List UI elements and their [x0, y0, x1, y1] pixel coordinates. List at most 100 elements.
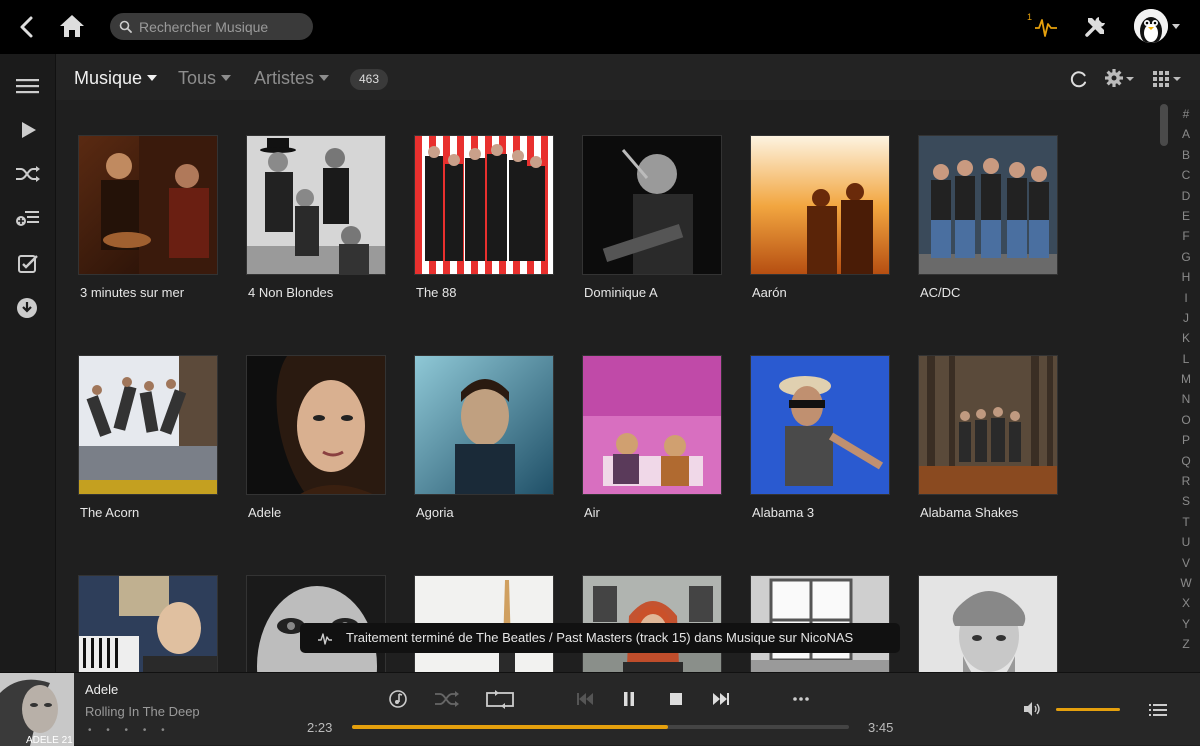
next-button[interactable] [710, 687, 732, 711]
artist-tile[interactable]: Air [582, 355, 722, 520]
artist-name[interactable]: Agoria [416, 505, 554, 520]
artist-tile[interactable]: Agoria [414, 355, 554, 520]
track-title[interactable]: Rolling In The Deep [85, 704, 200, 719]
lyrics-button[interactable] [388, 687, 410, 711]
artist-name[interactable]: 3 minutes sur mer [80, 285, 218, 300]
alphabet-letter[interactable]: Y [1176, 614, 1196, 634]
alphabet-letter[interactable]: Z [1176, 634, 1196, 654]
artist-name[interactable]: Dominique A [584, 285, 722, 300]
artist-tile[interactable] [918, 575, 1058, 672]
rating-stars[interactable]: • • • • • [88, 725, 171, 736]
artist-thumbnail[interactable] [78, 575, 218, 672]
alphabet-letter[interactable]: H [1176, 267, 1196, 287]
artist-tile[interactable]: 4 Non Blondes [246, 135, 386, 300]
checkbox-icon[interactable] [15, 252, 41, 276]
type-dropdown[interactable]: Artistes [254, 68, 330, 89]
scrollbar[interactable] [1160, 104, 1168, 668]
more-button[interactable] [790, 687, 812, 711]
artist-name[interactable]: AC/DC [920, 285, 1058, 300]
artist-tile[interactable] [78, 575, 218, 672]
artist-thumbnail[interactable] [582, 355, 722, 495]
queue-icon[interactable] [1149, 702, 1167, 718]
artist-name[interactable]: Alabama 3 [752, 505, 890, 520]
alphabet-letter[interactable]: W [1176, 573, 1196, 593]
artist-name[interactable]: The 88 [416, 285, 554, 300]
artist-thumbnail[interactable] [750, 135, 890, 275]
artist-thumbnail[interactable] [918, 575, 1058, 672]
filter-dropdown[interactable]: Tous [178, 68, 232, 89]
artist-thumbnail[interactable] [246, 135, 386, 275]
home-icon[interactable] [58, 12, 86, 40]
progress-bar[interactable] [352, 725, 849, 729]
alphabet-letter[interactable]: A [1176, 124, 1196, 144]
play-icon[interactable] [15, 118, 41, 142]
artist-name[interactable]: 4 Non Blondes [248, 285, 386, 300]
artist-tile[interactable]: Alabama 3 [750, 355, 890, 520]
alphabet-letter[interactable]: K [1176, 328, 1196, 348]
artist-tile[interactable]: The Acorn [78, 355, 218, 520]
alphabet-letter[interactable]: B [1176, 145, 1196, 165]
scrollbar-thumb[interactable] [1160, 104, 1168, 146]
shuffle-button[interactable] [434, 687, 460, 711]
artist-thumbnail[interactable] [414, 135, 554, 275]
settings-dropdown[interactable] [1104, 68, 1136, 88]
alphabet-letter[interactable]: O [1176, 410, 1196, 430]
artist-thumbnail[interactable] [582, 135, 722, 275]
volume-slider[interactable] [1056, 708, 1120, 711]
back-icon[interactable] [14, 14, 40, 40]
search-input[interactable] [139, 13, 309, 40]
artist-thumbnail[interactable] [78, 355, 218, 495]
alphabet-letter[interactable]: V [1176, 553, 1196, 573]
artist-tile[interactable]: Adele [246, 355, 386, 520]
alphabet-letter[interactable]: S [1176, 491, 1196, 511]
view-mode-dropdown[interactable] [1151, 68, 1183, 88]
chevron-down-icon[interactable] [1172, 24, 1180, 29]
avatar[interactable] [1134, 9, 1168, 43]
artist-name[interactable]: Air [584, 505, 722, 520]
alphabet-letter[interactable]: J [1176, 308, 1196, 328]
tools-icon[interactable] [1083, 13, 1109, 39]
artist-name[interactable]: Aarón [752, 285, 890, 300]
alphabet-letter[interactable]: N [1176, 389, 1196, 409]
download-icon[interactable] [15, 296, 41, 320]
alphabet-letter[interactable]: D [1176, 186, 1196, 206]
artist-thumbnail[interactable] [918, 355, 1058, 495]
artist-tile[interactable]: Alabama Shakes [918, 355, 1058, 520]
alphabet-letter[interactable]: T [1176, 512, 1196, 532]
previous-button[interactable] [574, 687, 596, 711]
now-playing-cover[interactable]: ADELE 21 [0, 673, 74, 746]
alphabet-letter[interactable]: P [1176, 430, 1196, 450]
add-playlist-icon[interactable] [15, 206, 41, 230]
volume-icon[interactable] [1022, 700, 1042, 718]
alphabet-letter[interactable]: L [1176, 349, 1196, 369]
alphabet-letter[interactable]: E [1176, 206, 1196, 226]
stop-button[interactable] [667, 687, 685, 711]
artist-name[interactable]: Alabama Shakes [920, 505, 1058, 520]
artist-name[interactable]: Adele [248, 505, 386, 520]
alphabet-letter[interactable]: Q [1176, 451, 1196, 471]
alphabet-letter[interactable]: X [1176, 593, 1196, 613]
repeat-button[interactable] [485, 687, 515, 711]
alphabet-letter[interactable]: U [1176, 532, 1196, 552]
artist-thumbnail[interactable] [414, 355, 554, 495]
alphabet-letter[interactable]: F [1176, 226, 1196, 246]
alphabet-letter[interactable]: I [1176, 288, 1196, 308]
pause-button[interactable] [620, 687, 638, 711]
artist-thumbnail[interactable] [918, 135, 1058, 275]
alphabet-letter[interactable]: # [1176, 104, 1196, 124]
artist-name[interactable]: The Acorn [80, 505, 218, 520]
shuffle-icon[interactable] [15, 162, 41, 186]
artist-tile[interactable]: 3 minutes sur mer [78, 135, 218, 300]
artist-tile[interactable]: Dominique A [582, 135, 722, 300]
alphabet-letter[interactable]: R [1176, 471, 1196, 491]
artist-thumbnail[interactable] [750, 355, 890, 495]
artist-tile[interactable]: Aarón [750, 135, 890, 300]
artist-thumbnail[interactable] [246, 355, 386, 495]
alphabet-letter[interactable]: G [1176, 247, 1196, 267]
section-dropdown[interactable]: Musique [74, 68, 158, 89]
alphabet-letter[interactable]: M [1176, 369, 1196, 389]
artist-thumbnail[interactable] [78, 135, 218, 275]
track-artist[interactable]: Adele [85, 682, 118, 697]
artist-tile[interactable]: The 88 [414, 135, 554, 300]
activity-button[interactable]: 1 [1027, 12, 1061, 40]
